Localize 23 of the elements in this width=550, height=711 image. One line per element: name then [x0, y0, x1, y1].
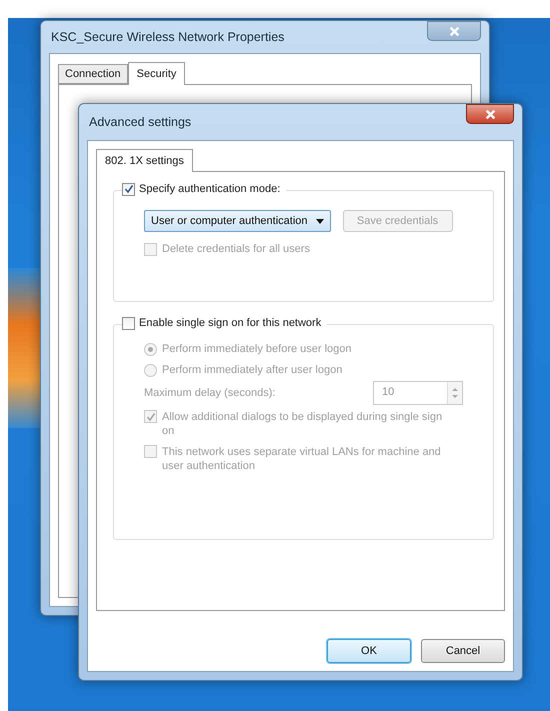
checkbox-label: Enable single sign on for this network [139, 316, 322, 330]
cancel-button[interactable]: Cancel [421, 639, 505, 663]
tab[interactable]: Security [128, 62, 186, 85]
checkbox-label: Allow additional dialogs to be displayed during single sign on [162, 410, 444, 438]
checkbox-label: Specify authentication mode: [139, 182, 280, 196]
radio-label: Perform immediately after user logon [162, 363, 342, 377]
checkbox-label: Delete credentials for all users [162, 242, 310, 256]
checkbox[interactable] [122, 182, 135, 196]
spin-arrows-icon [452, 386, 458, 400]
ok-button[interactable]: OK [327, 639, 411, 663]
close-icon [448, 26, 460, 36]
delay-label: Maximum delay (seconds): [144, 386, 276, 400]
window-title: KSC_Secure Wireless Network Properties [50, 30, 284, 44]
close-icon [484, 108, 496, 120]
radio-label: Perform immediately before user logon [162, 342, 352, 356]
checkbox-label: This network uses separate virtual LANs for machine and user authentication [162, 445, 442, 473]
tab[interactable]: 802. 1X settings [96, 149, 193, 172]
tab[interactable]: Connection [58, 64, 128, 84]
checkbox[interactable] [122, 316, 135, 330]
close-button[interactable] [466, 104, 514, 124]
mode-dropdown[interactable]: User or computer authentication [144, 210, 331, 232]
dialog-title: Advanced settings [88, 115, 192, 129]
dropdown-caret-icon [316, 218, 324, 224]
